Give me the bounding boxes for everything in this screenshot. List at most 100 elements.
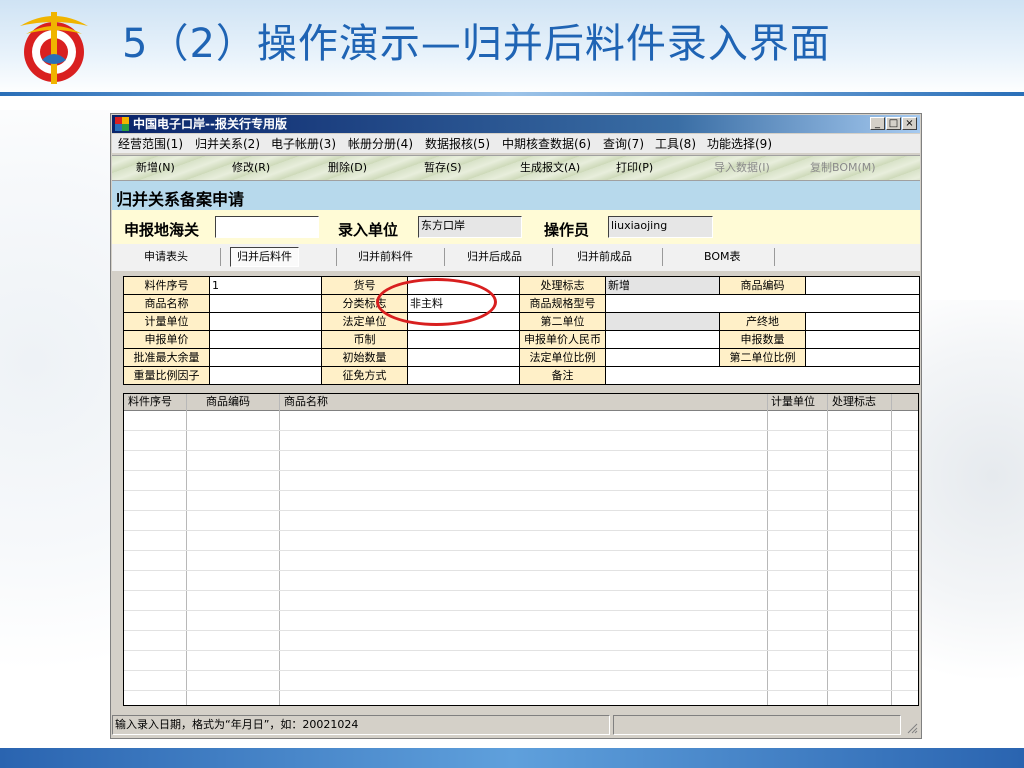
entry-unit-field[interactable]: 东方口岸 [418, 216, 522, 238]
menu-query[interactable]: 查询(7) [603, 136, 644, 152]
tax-mode-input[interactable] [407, 366, 520, 385]
operator-field[interactable]: liuxiaojing [608, 216, 713, 238]
status-hint: 输入录入日期，格式为“年月日”，如：20021024 [112, 715, 610, 735]
operator-label: 操作员 [544, 221, 590, 239]
max-remain-input[interactable] [209, 348, 322, 367]
declare-qty-input[interactable] [805, 330, 920, 349]
app-window: 中国电子口岸--报关行专用版 _ □ × 经营范围(1) 归并关系(2) 电子帐… [110, 113, 922, 739]
row-divider [124, 650, 918, 651]
process-flag-label: 处理标志 [519, 276, 606, 295]
form-header-row: 申报地海关 录入单位 东方口岸 操作员 liuxiaojing [112, 210, 920, 244]
row-divider [124, 450, 918, 451]
row-divider [124, 530, 918, 531]
resize-grip-icon[interactable] [906, 722, 918, 734]
app-icon [115, 117, 129, 131]
copy-bom-button[interactable]: 复制BOM(M) [810, 160, 876, 176]
row-divider [124, 510, 918, 511]
window-titlebar[interactable]: 中国电子口岸--报关行专用版 _ □ × [112, 115, 920, 133]
minimize-button[interactable]: _ [870, 117, 885, 130]
tab-premerge-materials[interactable]: 归并前料件 [358, 249, 413, 265]
note-input[interactable] [605, 366, 920, 385]
tab-separator [774, 248, 775, 266]
goods-code-input[interactable] [805, 276, 920, 295]
status-bar: 输入录入日期，格式为“年月日”，如：20021024 [112, 714, 920, 736]
status-panel-secondary [613, 715, 901, 735]
currency-input[interactable] [407, 330, 520, 349]
price-rmb-input[interactable] [605, 330, 720, 349]
menu-business-scope[interactable]: 经营范围(1) [118, 136, 183, 152]
menu-merge-relation[interactable]: 归并关系(2) [195, 136, 260, 152]
weight-ratio-label: 重量比例因子 [123, 366, 210, 385]
tab-merged-materials[interactable]: 归并后料件 [230, 247, 299, 267]
item-no-input[interactable]: 1 [209, 276, 322, 295]
origin-label: 产终地 [719, 312, 806, 331]
second-unit-field[interactable] [605, 312, 720, 331]
menu-e-account[interactable]: 电子帐册(3) [271, 136, 336, 152]
menu-account-volume[interactable]: 帐册分册(4) [348, 136, 413, 152]
list-header: 料件序号 商品编码 商品名称 计量单位 处理标志 [124, 394, 918, 411]
row-divider [124, 570, 918, 571]
background-watermark-right [920, 300, 1024, 740]
goods-name-input[interactable] [209, 294, 322, 313]
customs-input[interactable] [215, 216, 319, 238]
column-header-goods-name[interactable]: 商品名称 [284, 394, 328, 410]
customs-emblem-icon [20, 12, 88, 84]
form-title: 归并关系备案申请 [116, 190, 245, 209]
column-header-unit[interactable]: 计量单位 [771, 394, 815, 410]
init-qty-input[interactable] [407, 348, 520, 367]
column-header-goods-code[interactable]: 商品编码 [206, 394, 250, 410]
generate-message-button[interactable]: 生成报文(A) [520, 160, 580, 176]
origin-input[interactable] [805, 312, 920, 331]
tab-application-header[interactable]: 申请表头 [144, 249, 188, 265]
save-button[interactable]: 暂存(S) [424, 160, 462, 176]
tab-separator [336, 248, 337, 266]
price-rmb-label: 申报单价人民币 [519, 330, 606, 349]
second-ratio-input[interactable] [805, 348, 920, 367]
tab-separator [552, 248, 553, 266]
maximize-button[interactable]: □ [886, 117, 901, 130]
tab-premerge-products[interactable]: 归并前成品 [577, 249, 632, 265]
tab-separator [220, 248, 221, 266]
edit-button[interactable]: 修改(R) [232, 160, 270, 176]
form-title-bar: 归并关系备案申请 [112, 181, 920, 210]
menu-tools[interactable]: 工具(8) [655, 136, 696, 152]
menu-data-verify[interactable]: 数据报核(5) [425, 136, 490, 152]
menu-function-select[interactable]: 功能选择(9) [707, 136, 772, 152]
slide-footer-bar [0, 748, 1024, 768]
grid-row: 料件序号 1 货号 处理标志 新增 商品编码 [123, 276, 920, 295]
close-button[interactable]: × [902, 117, 917, 130]
customs-label: 申报地海关 [124, 221, 200, 239]
tab-bom[interactable]: BOM表 [704, 249, 741, 265]
process-flag-field[interactable]: 新增 [605, 276, 720, 295]
init-qty-label: 初始数量 [321, 348, 408, 367]
second-unit-label: 第二单位 [519, 312, 606, 331]
unit-input[interactable] [209, 312, 322, 331]
new-button[interactable]: 新增(N) [136, 160, 175, 176]
legal-ratio-label: 法定单位比例 [519, 348, 606, 367]
slide-title: 5（2）操作演示—归并后料件录入界面 [122, 21, 831, 67]
row-divider [124, 490, 918, 491]
tab-bar: 申请表头 归并后料件 归并前料件 归并后成品 归并前成品 BOM表 [112, 244, 920, 271]
declare-qty-label: 申报数量 [719, 330, 806, 349]
toolbar: 新增(N) 修改(R) 删除(D) 暂存(S) 生成报文(A) 打印(P) 导入… [112, 155, 920, 181]
print-button[interactable]: 打印(P) [616, 160, 653, 176]
weight-ratio-input[interactable] [209, 366, 322, 385]
column-header-item-no[interactable]: 料件序号 [128, 394, 172, 410]
material-list[interactable]: 料件序号 商品编码 商品名称 计量单位 处理标志 [123, 393, 919, 706]
import-data-button[interactable]: 导入数据(I) [714, 160, 770, 176]
price-label: 申报单价 [123, 330, 210, 349]
column-header-process-flag[interactable]: 处理标志 [832, 394, 876, 410]
goods-name-label: 商品名称 [123, 294, 210, 313]
grid-row: 申报单价 币制 申报单价人民币 申报数量 [123, 330, 920, 349]
price-input[interactable] [209, 330, 322, 349]
menu-midterm-check[interactable]: 中期核查数据(6) [502, 136, 591, 152]
legal-ratio-input[interactable] [605, 348, 720, 367]
tab-merged-products[interactable]: 归并后成品 [467, 249, 522, 265]
spec-model-label: 商品规格型号 [519, 294, 606, 313]
delete-button[interactable]: 删除(D) [328, 160, 367, 176]
material-detail-grid: 料件序号 1 货号 处理标志 新增 商品编码 商品名称 分类标志 非主料 商品规… [123, 276, 920, 385]
spec-model-input[interactable] [605, 294, 920, 313]
row-divider [124, 590, 918, 591]
row-divider [124, 430, 918, 431]
window-title: 中国电子口岸--报关行专用版 [133, 117, 287, 131]
